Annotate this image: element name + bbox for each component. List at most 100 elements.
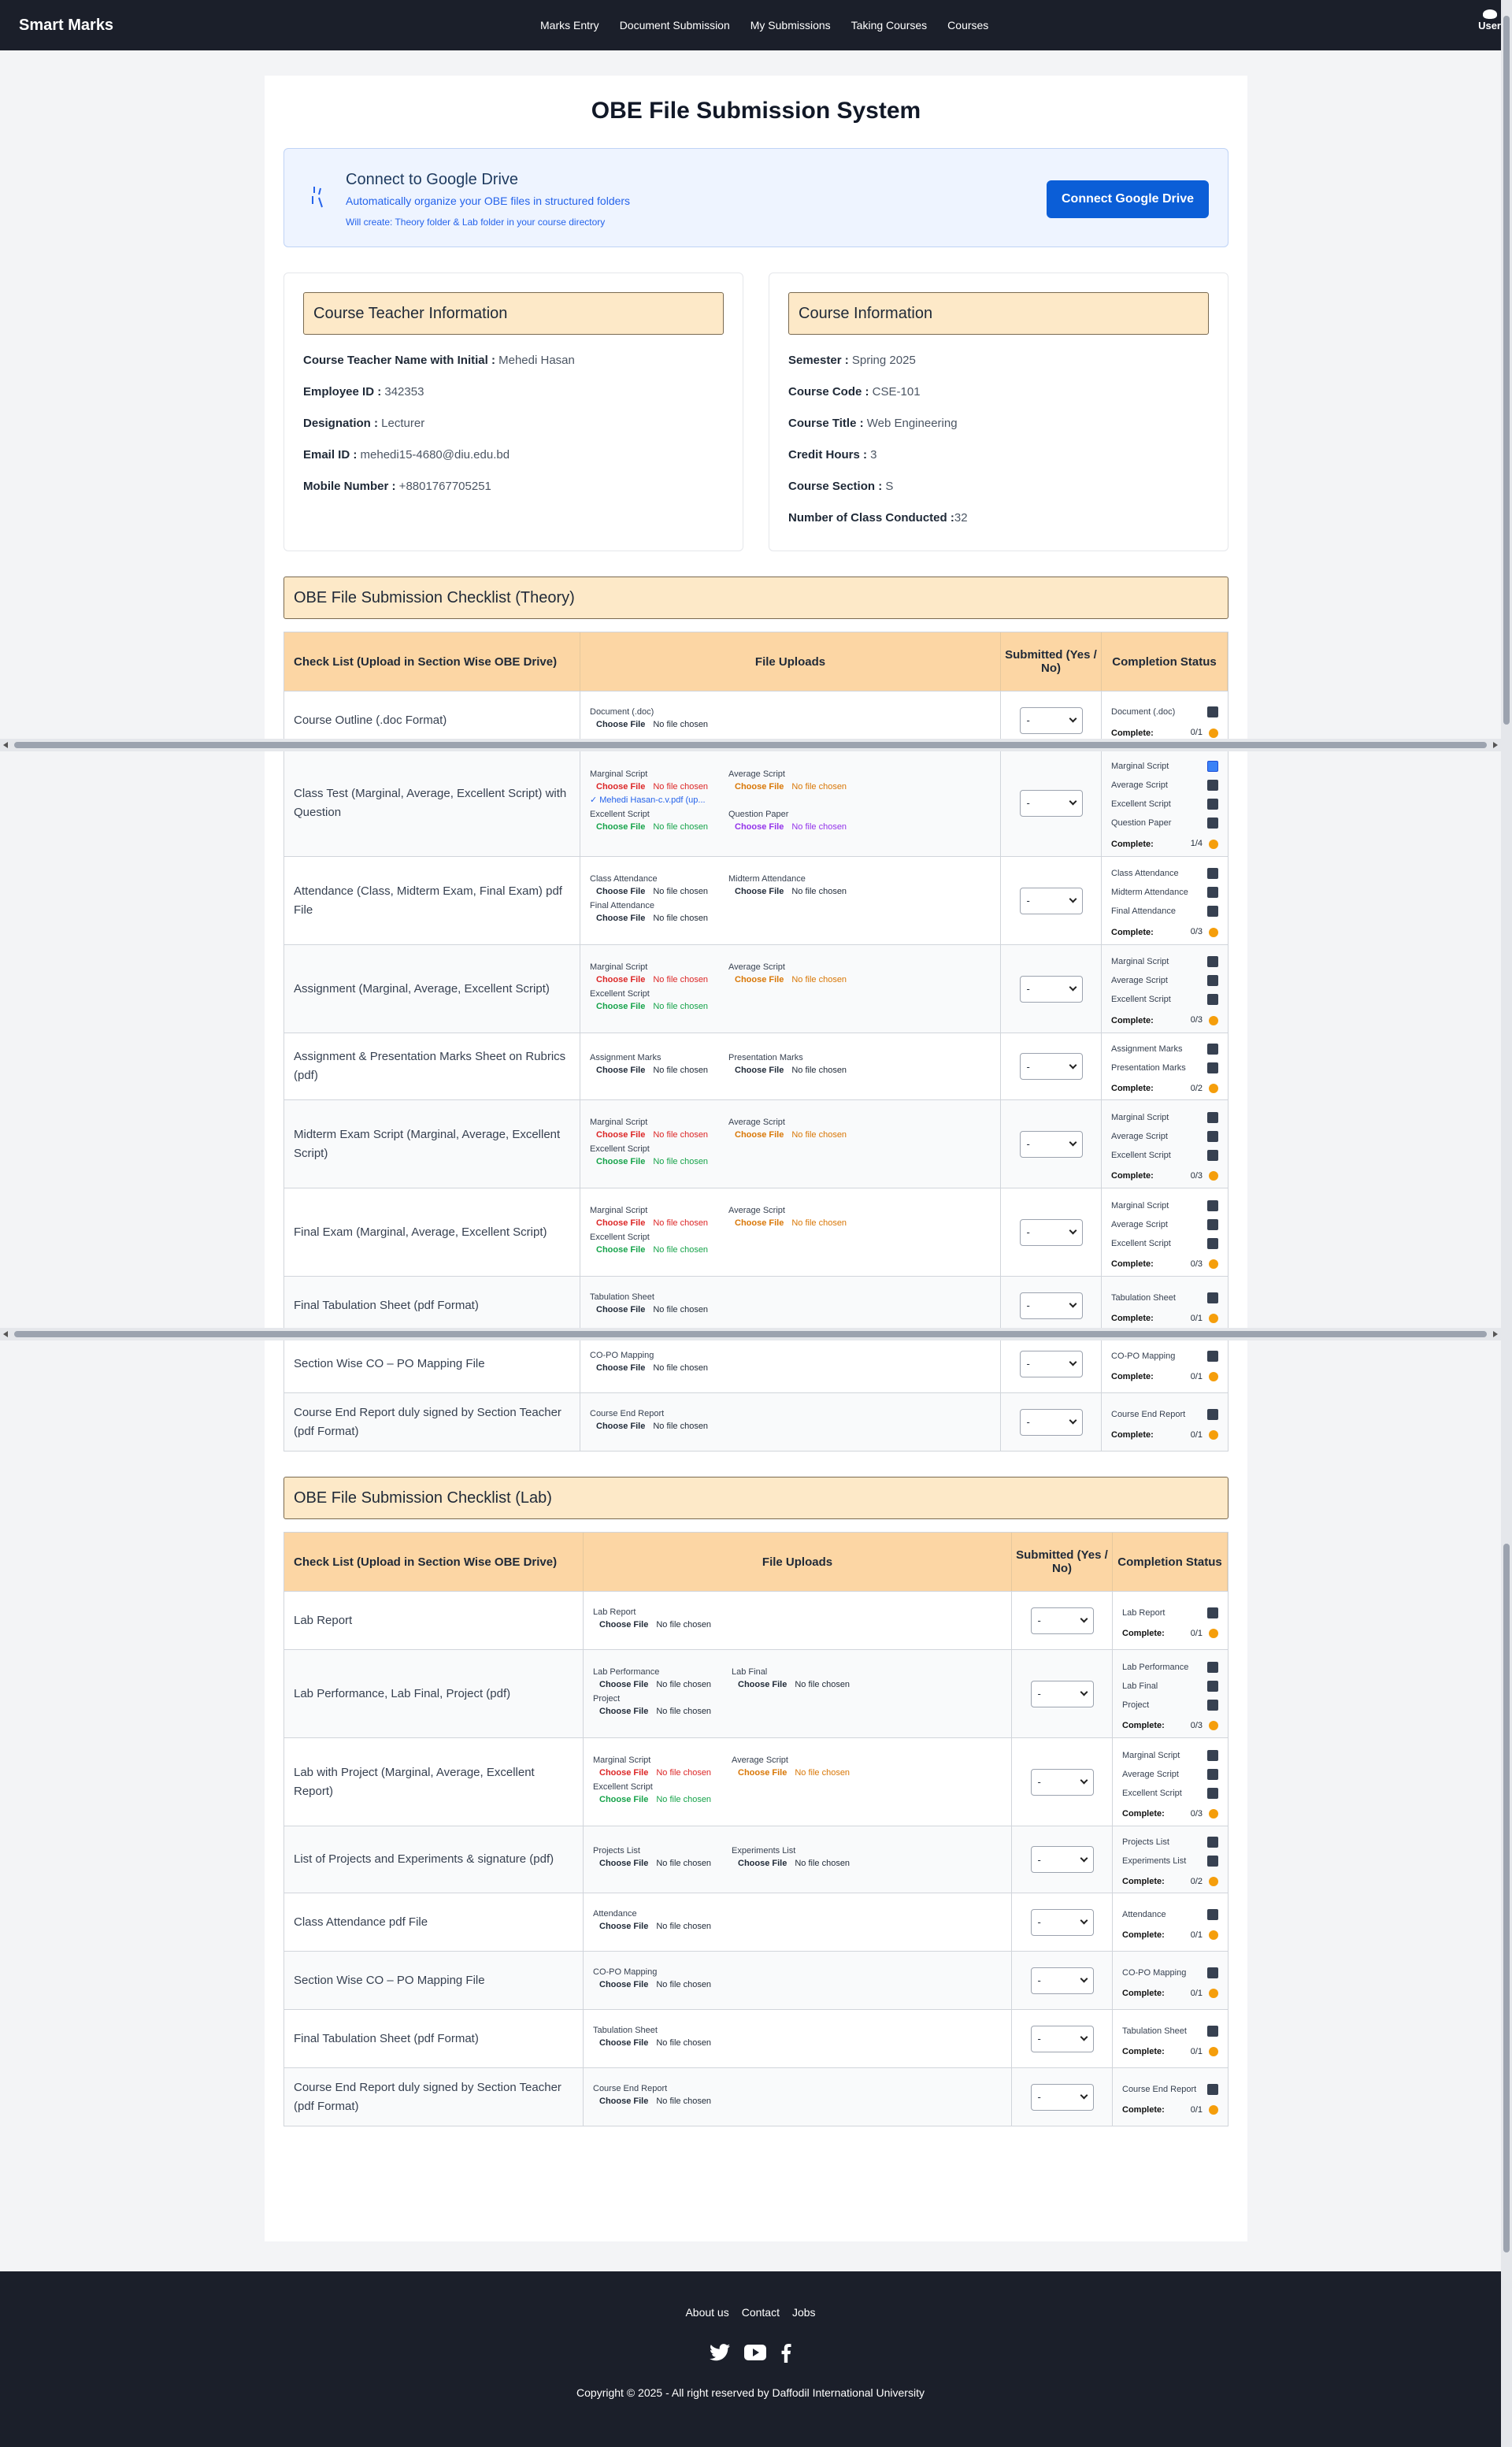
choose-file-button[interactable]: Choose File	[596, 1066, 645, 1075]
submitted-select[interactable]: -	[1019, 1218, 1083, 1246]
vertical-scrollbar[interactable]	[1501, 0, 1512, 2447]
nav-link-my-submissions[interactable]: My Submissions	[750, 19, 831, 32]
status-checkbox[interactable]	[1207, 1699, 1218, 1711]
submitted-select[interactable]: -	[1019, 706, 1083, 734]
choose-file-button[interactable]: Choose File	[596, 1363, 645, 1373]
choose-file-button[interactable]: Choose File	[599, 1980, 648, 1989]
choose-file-button[interactable]: Choose File	[596, 720, 645, 729]
file-input[interactable]: Choose File No file chosen	[728, 887, 867, 896]
file-input[interactable]: Choose File No file chosen	[590, 1130, 728, 1140]
status-checkbox[interactable]	[1207, 1292, 1218, 1303]
choose-file-button[interactable]: Choose File	[596, 1305, 645, 1314]
brand-logo[interactable]: Smart Marks	[19, 17, 113, 35]
file-input[interactable]: Choose File No file chosen	[590, 1066, 728, 1075]
status-checkbox[interactable]	[1207, 887, 1218, 899]
submitted-select[interactable]: -	[1019, 887, 1083, 914]
choose-file-button[interactable]: Choose File	[596, 1218, 645, 1228]
file-input[interactable]: Choose File No file chosen	[593, 1707, 732, 1716]
submitted-select[interactable]: -	[1030, 1768, 1094, 1796]
file-input[interactable]: Choose File No file chosen	[593, 1859, 732, 1868]
status-checkbox[interactable]	[1207, 1768, 1218, 1780]
status-checkbox[interactable]	[1207, 1408, 1218, 1420]
status-checkbox[interactable]	[1207, 1661, 1218, 1673]
file-input[interactable]: Choose File No file chosen	[590, 887, 728, 896]
submitted-select[interactable]: -	[1019, 789, 1083, 817]
file-input[interactable]: Choose File No file chosen	[593, 1795, 732, 1804]
file-input[interactable]: Choose File No file chosen	[590, 1218, 728, 1228]
choose-file-button[interactable]: Choose File	[599, 1795, 648, 1804]
nav-link-marks-entry[interactable]: Marks Entry	[540, 19, 599, 32]
choose-file-button[interactable]: Choose File	[735, 822, 784, 832]
file-input[interactable]: Choose File No file chosen	[590, 720, 728, 729]
status-checkbox[interactable]	[1207, 975, 1218, 987]
submitted-select[interactable]: -	[1019, 1130, 1083, 1158]
nav-link-document-submission[interactable]: Document Submission	[620, 19, 730, 32]
file-input[interactable]: Choose File No file chosen	[728, 822, 867, 832]
submitted-select[interactable]: -	[1019, 1292, 1083, 1319]
choose-file-button[interactable]: Choose File	[596, 1157, 645, 1166]
file-input[interactable]: Choose File No file chosen	[590, 1422, 728, 1431]
choose-file-button[interactable]: Choose File	[599, 1680, 648, 1689]
choose-file-button[interactable]: Choose File	[599, 1620, 648, 1629]
choose-file-button[interactable]: Choose File	[596, 1002, 645, 1011]
facebook-icon[interactable]	[780, 2344, 791, 2363]
choose-file-button[interactable]: Choose File	[596, 914, 645, 923]
footer-link-contact[interactable]: Contact	[742, 2306, 780, 2319]
scroll-left-icon[interactable]	[3, 1331, 8, 1337]
choose-file-button[interactable]: Choose File	[735, 1130, 784, 1140]
file-input[interactable]: Choose File No file chosen	[590, 1002, 728, 1011]
file-input[interactable]: Choose File No file chosen	[593, 1768, 732, 1778]
choose-file-button[interactable]: Choose File	[596, 782, 645, 792]
status-checkbox[interactable]	[1207, 1680, 1218, 1692]
status-checkbox[interactable]	[1207, 1787, 1218, 1799]
status-checkbox[interactable]	[1207, 761, 1218, 773]
choose-file-button[interactable]: Choose File	[599, 1768, 648, 1778]
submitted-select[interactable]: -	[1030, 1908, 1094, 1936]
status-checkbox[interactable]	[1207, 1130, 1218, 1142]
choose-file-button[interactable]: Choose File	[596, 1245, 645, 1255]
uploaded-file-name[interactable]: ✓ Mehedi Hasan-c.v.pdf (up...	[590, 795, 728, 805]
file-input[interactable]: Choose File No file chosen	[728, 1130, 867, 1140]
submitted-select[interactable]: -	[1030, 1967, 1094, 1994]
scroll-right-icon[interactable]	[1493, 1331, 1498, 1337]
choose-file-button[interactable]: Choose File	[599, 1707, 648, 1716]
file-input[interactable]: Choose File No file chosen	[728, 1218, 867, 1228]
file-input[interactable]: Choose File No file chosen	[593, 1620, 732, 1629]
status-checkbox[interactable]	[1207, 1350, 1218, 1362]
file-input[interactable]: Choose File No file chosen	[590, 1363, 728, 1373]
file-input[interactable]: Choose File No file chosen	[590, 1157, 728, 1166]
choose-file-button[interactable]: Choose File	[599, 1922, 648, 1931]
file-input[interactable]: Choose File No file chosen	[593, 2097, 732, 2106]
status-checkbox[interactable]	[1207, 1149, 1218, 1161]
file-input[interactable]: Choose File No file chosen	[732, 1768, 870, 1778]
choose-file-button[interactable]: Choose File	[738, 1859, 787, 1868]
file-input[interactable]: Choose File No file chosen	[590, 1245, 728, 1255]
connect-drive-button[interactable]: Connect Google Drive	[1047, 180, 1209, 218]
status-checkbox[interactable]	[1207, 956, 1218, 968]
status-checkbox[interactable]	[1207, 1607, 1218, 1618]
choose-file-button[interactable]: Choose File	[599, 2097, 648, 2106]
file-input[interactable]: Choose File No file chosen	[593, 2038, 732, 2048]
submitted-select[interactable]: -	[1030, 1607, 1094, 1634]
status-checkbox[interactable]	[1207, 799, 1218, 810]
choose-file-button[interactable]: Choose File	[735, 782, 784, 792]
status-checkbox[interactable]	[1207, 780, 1218, 792]
file-input[interactable]: Choose File No file chosen	[590, 1305, 728, 1314]
scroll-right-icon[interactable]	[1493, 742, 1498, 748]
status-checkbox[interactable]	[1207, 1199, 1218, 1211]
submitted-select[interactable]: -	[1030, 2025, 1094, 2052]
status-checkbox[interactable]	[1207, 994, 1218, 1006]
choose-file-button[interactable]: Choose File	[735, 1066, 784, 1075]
submitted-select[interactable]: -	[1019, 975, 1083, 1003]
choose-file-button[interactable]: Choose File	[599, 2038, 648, 2048]
choose-file-button[interactable]: Choose File	[738, 1680, 787, 1689]
status-checkbox[interactable]	[1207, 1749, 1218, 1761]
horizontal-scrollbar[interactable]	[0, 739, 1501, 751]
submitted-select[interactable]: -	[1019, 1408, 1083, 1436]
status-checkbox[interactable]	[1207, 906, 1218, 918]
choose-file-button[interactable]: Choose File	[599, 1859, 648, 1868]
file-input[interactable]: Choose File No file chosen	[728, 782, 867, 792]
footer-link-jobs[interactable]: Jobs	[792, 2306, 816, 2319]
youtube-icon[interactable]	[744, 2344, 766, 2361]
nav-link-courses[interactable]: Courses	[947, 19, 988, 32]
